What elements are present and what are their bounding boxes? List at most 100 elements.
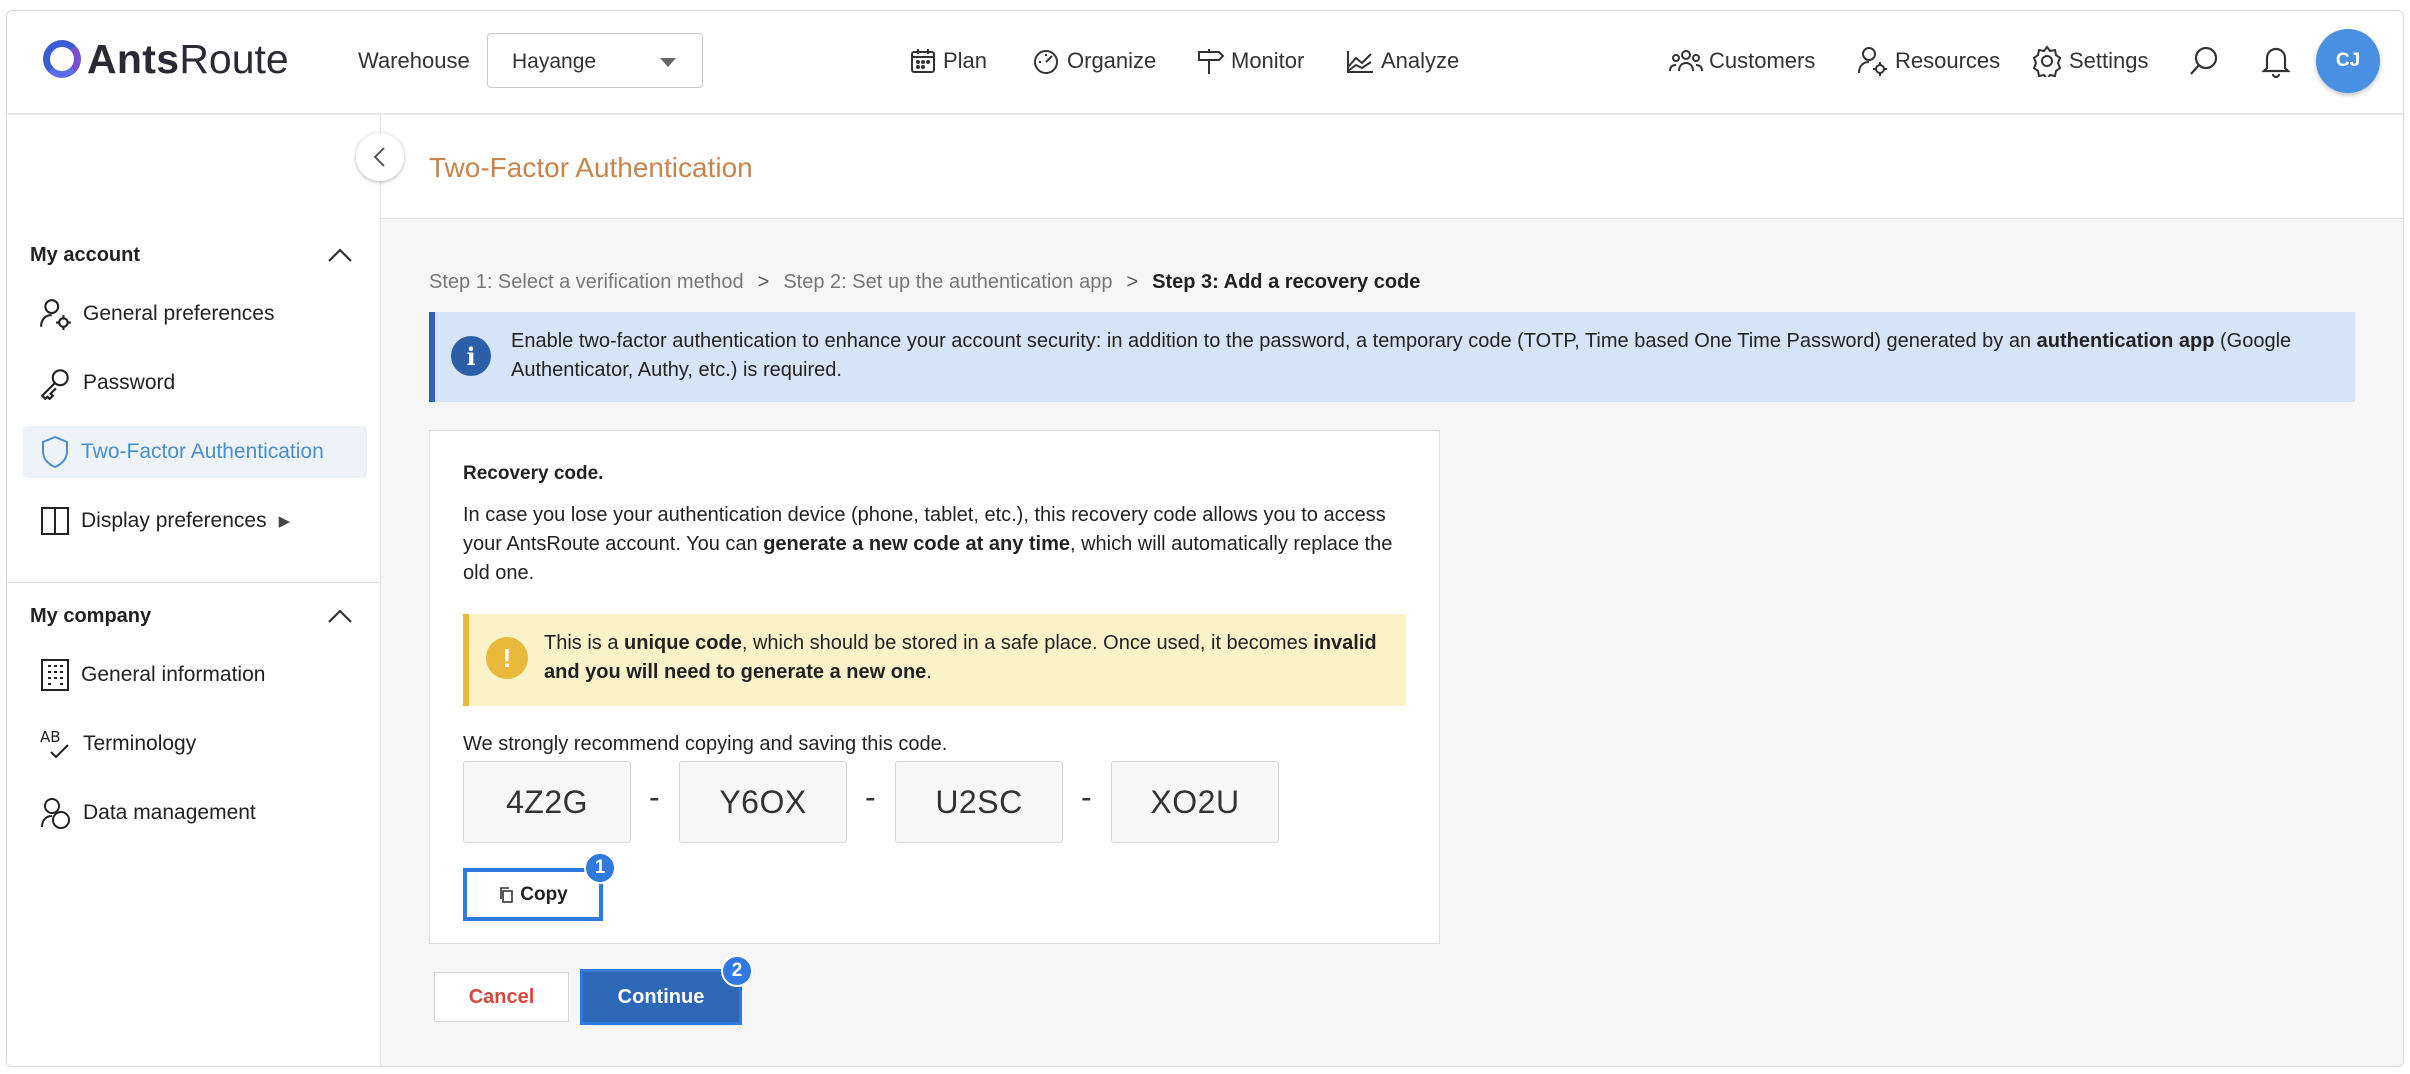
bell-icon xyxy=(2261,47,2291,78)
copy-icon xyxy=(500,886,514,903)
nav-monitor[interactable]: Monitor xyxy=(1195,45,1304,77)
main-content: Two-Factor Authentication Step 1: Select… xyxy=(381,115,2403,1066)
sidebar: My account General preferences Password … xyxy=(7,115,381,1066)
nav-settings-label: Settings xyxy=(2069,48,2149,73)
warn-part: . xyxy=(926,661,932,683)
sidebar-section-my-account[interactable]: My account xyxy=(30,244,140,267)
nav-resources[interactable]: Resources xyxy=(1857,45,2000,77)
signpost-icon xyxy=(1198,49,1225,74)
chevron-up-icon[interactable] xyxy=(327,247,353,263)
sidebar-item-label: Display preferences xyxy=(81,509,267,532)
warehouse-select[interactable]: Hayange xyxy=(487,33,703,88)
warehouse-label: Warehouse xyxy=(358,48,470,73)
logo-text-bold: Ants xyxy=(87,35,180,82)
copy-button[interactable]: Copy xyxy=(463,868,603,921)
recovery-code-card: Recovery code. In case you lose your aut… xyxy=(429,430,1440,944)
sidebar-item-display-preferences[interactable]: Display preferences ▶ xyxy=(23,495,367,547)
recovery-code-segment[interactable]: XO2U xyxy=(1111,761,1279,843)
sidebar-item-label: General information xyxy=(81,663,266,686)
chevron-up-icon[interactable] xyxy=(327,608,353,624)
sidebar-item-data-management[interactable]: Data management xyxy=(23,787,367,839)
recovery-code-segment[interactable]: U2SC xyxy=(895,761,1063,843)
nav-monitor-label: Monitor xyxy=(1231,48,1305,73)
sidebar-divider xyxy=(7,582,381,583)
continue-button[interactable]: Continue xyxy=(580,969,742,1025)
warning-icon: ! xyxy=(486,637,528,679)
sidebar-item-general-preferences[interactable]: General preferences xyxy=(23,288,367,340)
sidebar-item-label: Terminology xyxy=(83,732,197,755)
sidebar-item-label: General preferences xyxy=(83,302,275,325)
user-gear-icon xyxy=(40,299,71,330)
nav-organize[interactable]: Organize xyxy=(1031,45,1156,77)
nav-resources-label: Resources xyxy=(1895,48,2001,73)
app-window: Ants Route Warehouse Hayange Plan Organiz… xyxy=(6,10,2404,1067)
search-icon xyxy=(2190,46,2218,75)
recovery-code-segment[interactable]: 4Z2G xyxy=(463,761,631,843)
triangle-right-icon: ▶ xyxy=(278,513,291,530)
top-navigation-bar: Ants Route Warehouse Hayange Plan Organiz… xyxy=(7,11,2403,114)
breadcrumb-step-1[interactable]: Step 1: Select a verification method xyxy=(429,271,744,294)
copy-recommendation-text: We strongly recommend copying and saving… xyxy=(463,733,948,755)
sidebar-section-my-company[interactable]: My company xyxy=(30,605,151,628)
warn-part: This is a xyxy=(544,632,625,654)
sidebar-item-password[interactable]: Password xyxy=(23,357,367,409)
nav-organize-label: Organize xyxy=(1067,48,1157,73)
breadcrumb-step-3: Step 3: Add a recovery code xyxy=(1152,271,1421,293)
building-icon xyxy=(41,659,69,691)
desc-bold: generate a new code at any time xyxy=(763,533,1070,555)
logo-text-light: Route xyxy=(179,35,289,82)
nav-customers-label: Customers xyxy=(1709,48,1816,73)
sidebar-item-terminology[interactable]: AB Terminology xyxy=(23,718,367,770)
warning-text: This is a unique code, which should be s… xyxy=(544,629,1394,687)
data-management-icon xyxy=(41,798,70,829)
info-banner: i Enable two-factor authentication to en… xyxy=(429,312,2355,402)
user-gear-icon xyxy=(1858,47,1887,76)
area-chart-icon xyxy=(1347,51,1373,73)
recovery-code-title: Recovery code. xyxy=(463,463,604,484)
shield-icon xyxy=(42,435,68,469)
columns-icon xyxy=(41,507,69,535)
info-icon: i xyxy=(451,336,491,376)
breadcrumb-separator: > xyxy=(757,271,770,293)
collapse-sidebar-button[interactable] xyxy=(356,133,404,181)
key-icon xyxy=(40,369,69,400)
step-marker-badge: 1 xyxy=(584,852,616,884)
nav-customers[interactable]: Customers xyxy=(1669,45,1815,77)
breadcrumb-separator: > xyxy=(1126,271,1139,293)
code-separator: - xyxy=(649,779,660,815)
nav-plan[interactable]: Plan xyxy=(909,45,987,77)
code-separator: - xyxy=(865,779,876,815)
code-separator: - xyxy=(1081,779,1092,815)
info-text-part: Enable two-factor authentication to enha… xyxy=(511,330,2037,352)
recovery-code-description: In case you lose your authentication dev… xyxy=(463,501,1413,588)
logo-mark-icon xyxy=(43,40,81,78)
breadcrumb: Step 1: Select a verification method > S… xyxy=(429,271,1420,294)
breadcrumb-step-2[interactable]: Step 2: Set up the authentication app xyxy=(783,271,1112,294)
sidebar-item-label: Two-Factor Authentication xyxy=(81,440,324,463)
sidebar-item-general-information[interactable]: General information xyxy=(23,649,367,701)
warn-part: , which should be stored in a safe place… xyxy=(741,632,1314,654)
recovery-code-segment[interactable]: Y6OX xyxy=(679,761,847,843)
info-text: Enable two-factor authentication to enha… xyxy=(511,327,2341,385)
calendar-icon xyxy=(911,49,935,73)
notifications-button[interactable] xyxy=(2261,45,2297,78)
user-avatar[interactable]: CJ xyxy=(2316,29,2380,93)
chevron-down-icon xyxy=(660,58,676,67)
gauge-icon xyxy=(1034,50,1058,74)
sidebar-item-label: Data management xyxy=(83,801,256,824)
copy-button-label: Copy xyxy=(520,883,568,905)
warning-banner: ! This is a unique code, which should be… xyxy=(463,614,1406,706)
nav-analyze-label: Analyze xyxy=(1381,48,1460,73)
search-button[interactable] xyxy=(2187,45,2227,77)
gear-icon xyxy=(2032,45,2062,77)
nav-settings[interactable]: Settings xyxy=(2031,45,2149,77)
page-header: Two-Factor Authentication xyxy=(381,115,2403,219)
nav-analyze[interactable]: Analyze xyxy=(1345,45,1459,77)
sidebar-item-two-factor-authentication[interactable]: Two-Factor Authentication xyxy=(23,426,367,478)
nav-plan-label: Plan xyxy=(943,48,988,73)
antsroute-logo[interactable]: Ants Route xyxy=(43,35,289,82)
warn-bold: unique code xyxy=(624,632,742,654)
svg-text:AB: AB xyxy=(40,728,61,746)
chevron-left-icon xyxy=(373,147,385,167)
cancel-button[interactable]: Cancel xyxy=(434,972,569,1022)
